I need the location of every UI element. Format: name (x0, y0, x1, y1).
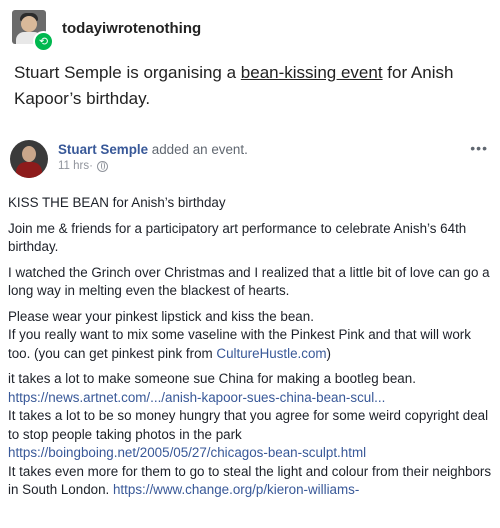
post-header: ⟲ todayiwrotenothing (12, 10, 201, 52)
fb-paragraph-4c: It takes even more for them to go to ste… (8, 463, 492, 500)
boingboing-link[interactable]: https://boingboing.net/2005/05/27/chicag… (8, 445, 366, 460)
fb-paragraph-3b-end: ) (326, 345, 332, 361)
fb-header-text: Stuart Semple added an event. 11 hrs · (58, 142, 248, 178)
fb-meta-separator: · (89, 160, 93, 172)
fb-poster-avatar[interactable] (10, 140, 48, 178)
post-text-before: Stuart Semple is organising a (14, 63, 241, 82)
artnet-link-line: https://news.artnet.com/.../anish-kapoor… (8, 389, 492, 408)
event-title: KISS THE BEAN for Anish’s birthday (8, 195, 226, 210)
avatar-face (21, 16, 37, 32)
fb-paragraph-4b: It takes a lot to be so money hungry tha… (8, 408, 489, 442)
fb-post-header: Stuart Semple added an event. 11 hrs · (10, 140, 248, 178)
change-org-link[interactable]: https://www.change.org/p/kieron-williams… (113, 482, 359, 497)
boingboing-link-line: https://boingboing.net/2005/05/27/chicag… (8, 444, 492, 463)
fb-post-time[interactable]: 11 hrs (58, 160, 89, 172)
culturehustle-link[interactable]: CultureHustle.com (216, 346, 326, 361)
more-options-icon[interactable]: ••• (470, 140, 488, 156)
fb-paragraph-2: I watched the Grinch over Christmas and … (8, 264, 490, 299)
facebook-post-screenshot: Stuart Semple added an event. 11 hrs · •… (0, 128, 500, 528)
fb-avatar-body (16, 162, 42, 178)
blog-avatar-wrap[interactable]: ⟲ (12, 10, 54, 52)
fb-paragraph-3b: If you really want to mix some vaseline … (8, 326, 492, 363)
fb-post-body: KISS THE BEAN for Anish’s birthday Join … (8, 194, 492, 500)
reblog-icon: ⟲ (33, 31, 54, 52)
post-body: Stuart Semple is organising a bean-kissi… (14, 60, 484, 112)
fb-paragraph-1: Join me & friends for a participatory ar… (8, 220, 467, 255)
globe-icon (96, 160, 108, 172)
bean-kissing-event-link[interactable]: bean-kissing event (241, 63, 383, 82)
fb-paragraph-4a: it takes a lot to make someone sue China… (8, 371, 416, 386)
fb-name-line: Stuart Semple added an event. (58, 142, 248, 157)
artnet-link[interactable]: https://news.artnet.com/.../anish-kapoor… (8, 390, 385, 405)
fb-paragraph-3a: Please wear your pinkest lipstick and ki… (8, 308, 314, 324)
fb-post-meta: 11 hrs · (58, 160, 248, 172)
fb-post-action: added an event. (148, 142, 248, 157)
blog-username[interactable]: todayiwrotenothing (62, 20, 201, 37)
fb-avatar-face (22, 146, 36, 162)
fb-poster-name[interactable]: Stuart Semple (58, 142, 148, 157)
